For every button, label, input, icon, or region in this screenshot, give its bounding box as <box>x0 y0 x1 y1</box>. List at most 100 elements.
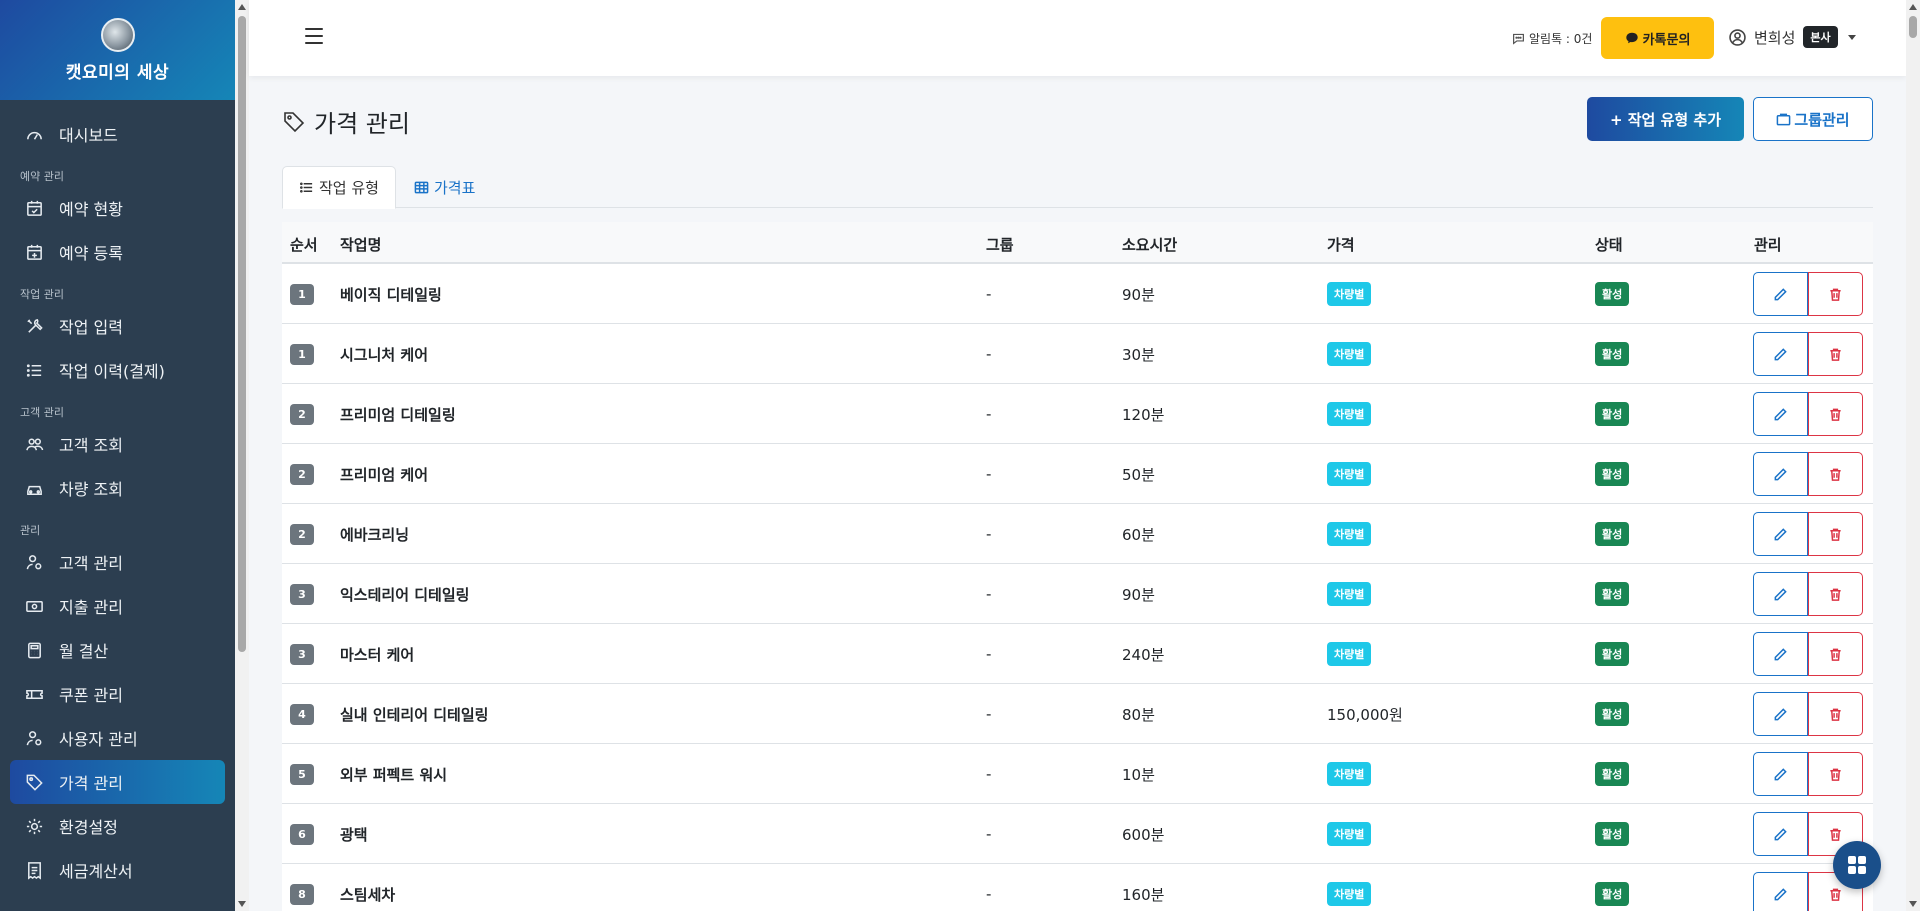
sidebar-item[interactable]: 작업 입력 <box>0 304 225 348</box>
receipt-icon <box>27 861 41 880</box>
order-badge: 2 <box>290 403 314 425</box>
sidebar-scrollbar[interactable] <box>235 0 249 911</box>
scroll-thumb[interactable] <box>1909 16 1917 38</box>
scroll-up-arrow[interactable] <box>1909 4 1917 10</box>
scroll-thumb[interactable] <box>238 16 246 652</box>
work-name: 스팀세차 <box>340 885 396 904</box>
work-duration: 600분 <box>1122 825 1165 844</box>
work-group: - <box>986 465 992 483</box>
delete-button[interactable] <box>1808 512 1863 556</box>
work-group: - <box>986 525 992 543</box>
edit-button[interactable] <box>1753 512 1808 556</box>
brand[interactable]: 캣요미의 세상 <box>0 0 235 100</box>
pencil-icon <box>1774 347 1787 360</box>
tabs: 작업 유형 가격표 <box>282 166 1873 209</box>
sidebar-item[interactable]: 쿠폰 관리 <box>0 672 225 716</box>
person-gear-icon <box>26 554 41 569</box>
delete-button[interactable] <box>1808 752 1863 796</box>
table-row: 8 스팀세차 - 160분 차량별 활성 <box>282 864 1873 911</box>
edit-button[interactable] <box>1753 752 1808 796</box>
sidebar-item[interactable]: 작업 이력(결제) <box>0 348 225 392</box>
sidebar-section-label: 관리 <box>20 524 41 537</box>
order-badge: 6 <box>290 823 314 845</box>
work-group: - <box>986 825 992 843</box>
sidebar-item-label: 대시보드 <box>59 126 118 145</box>
trash-icon <box>1830 828 1841 841</box>
work-duration: 30분 <box>1122 345 1155 364</box>
sidebar-item[interactable]: 고객 관리 <box>0 540 225 584</box>
status-badge: 활성 <box>1595 762 1630 786</box>
order-badge: 2 <box>290 523 314 545</box>
work-group: - <box>986 345 992 363</box>
work-group: - <box>986 405 992 423</box>
sidebar-item[interactable]: 세금계산서 <box>0 848 225 892</box>
sidebar-item[interactable]: 월 결산 <box>0 628 225 672</box>
sidebar-item[interactable]: 가격 관리 <box>10 760 225 804</box>
work-duration: 90분 <box>1122 585 1155 604</box>
tab-work-type[interactable]: 작업 유형 <box>282 166 396 209</box>
scroll-down-arrow[interactable] <box>1909 901 1917 907</box>
sidebar-item[interactable]: 대시보드 <box>0 112 225 156</box>
sidebar-item-label: 세금계산서 <box>59 862 133 881</box>
edit-button[interactable] <box>1753 452 1808 496</box>
person-circle-icon <box>1729 28 1746 46</box>
kakao-inquiry-button[interactable]: 카톡문의 <box>1601 17 1714 59</box>
pencil-icon <box>1774 587 1787 600</box>
cash-icon <box>25 600 43 612</box>
add-work-type-button[interactable]: + 작업 유형 추가 <box>1587 97 1744 141</box>
work-name: 프리미엄 디테일링 <box>340 405 456 424</box>
work-name: 실내 인테리어 디테일링 <box>340 705 489 724</box>
car-icon <box>26 485 42 495</box>
edit-button[interactable] <box>1753 392 1808 436</box>
menu-toggle-icon[interactable] <box>305 28 323 44</box>
sidebar-item[interactable]: 예약 현황 <box>0 186 225 230</box>
status-badge: 활성 <box>1595 522 1630 546</box>
sidebar-item[interactable]: 환경설정 <box>0 804 225 848</box>
order-badge: 3 <box>290 643 314 665</box>
price-badge: 차량별 <box>1327 882 1372 906</box>
sidebar-item[interactable]: 사용자 관리 <box>0 716 225 760</box>
table-icon <box>414 181 429 193</box>
pencil-icon <box>1774 407 1787 420</box>
user-menu[interactable]: 변희성 본사 <box>1729 26 1856 48</box>
edit-button[interactable] <box>1753 332 1808 376</box>
group-manage-button[interactable]: 그룹관리 <box>1753 97 1873 141</box>
user-badge: 본사 <box>1803 26 1838 48</box>
delete-button[interactable] <box>1808 692 1863 736</box>
quick-menu-button[interactable] <box>1833 841 1881 889</box>
edit-button[interactable] <box>1753 872 1808 911</box>
gear-icon <box>26 818 42 834</box>
delete-button[interactable] <box>1808 272 1863 316</box>
edit-button[interactable] <box>1753 272 1808 316</box>
alarm-text: 알림톡 : 0건 <box>1529 32 1593 46</box>
pencil-icon <box>1774 287 1787 300</box>
sidebar-item[interactable]: 예약 등록 <box>0 230 225 274</box>
edit-button[interactable] <box>1753 812 1808 856</box>
status-badge: 활성 <box>1595 462 1630 486</box>
delete-button[interactable] <box>1808 392 1863 436</box>
price-badge: 차량별 <box>1327 522 1372 546</box>
pencil-icon <box>1774 887 1787 900</box>
delete-button[interactable] <box>1808 452 1863 496</box>
scroll-up-arrow[interactable] <box>238 4 246 10</box>
sidebar-section-label: 예약 관리 <box>20 170 64 183</box>
delete-button[interactable] <box>1808 332 1863 376</box>
table-row: 5 외부 퍼펙트 워시 - 10분 차량별 활성 <box>282 744 1873 804</box>
work-name: 외부 퍼펙트 워시 <box>340 765 448 784</box>
order-badge: 3 <box>290 583 314 605</box>
tab-price-table[interactable]: 가격표 <box>398 166 491 208</box>
sidebar-item[interactable]: 차량 조회 <box>0 466 225 510</box>
trash-icon <box>1830 708 1841 721</box>
edit-button[interactable] <box>1753 692 1808 736</box>
delete-button[interactable] <box>1808 632 1863 676</box>
scroll-down-arrow[interactable] <box>238 901 246 907</box>
edit-button[interactable] <box>1753 632 1808 676</box>
page-scrollbar[interactable] <box>1906 0 1920 911</box>
edit-button[interactable] <box>1753 572 1808 616</box>
page-title: 가격 관리 <box>282 104 410 139</box>
sidebar-item[interactable]: 지출 관리 <box>0 584 225 628</box>
sidebar-item[interactable]: 고객 조회 <box>0 422 225 466</box>
status-badge: 활성 <box>1595 282 1630 306</box>
price-badge: 차량별 <box>1327 342 1372 366</box>
delete-button[interactable] <box>1808 572 1863 616</box>
